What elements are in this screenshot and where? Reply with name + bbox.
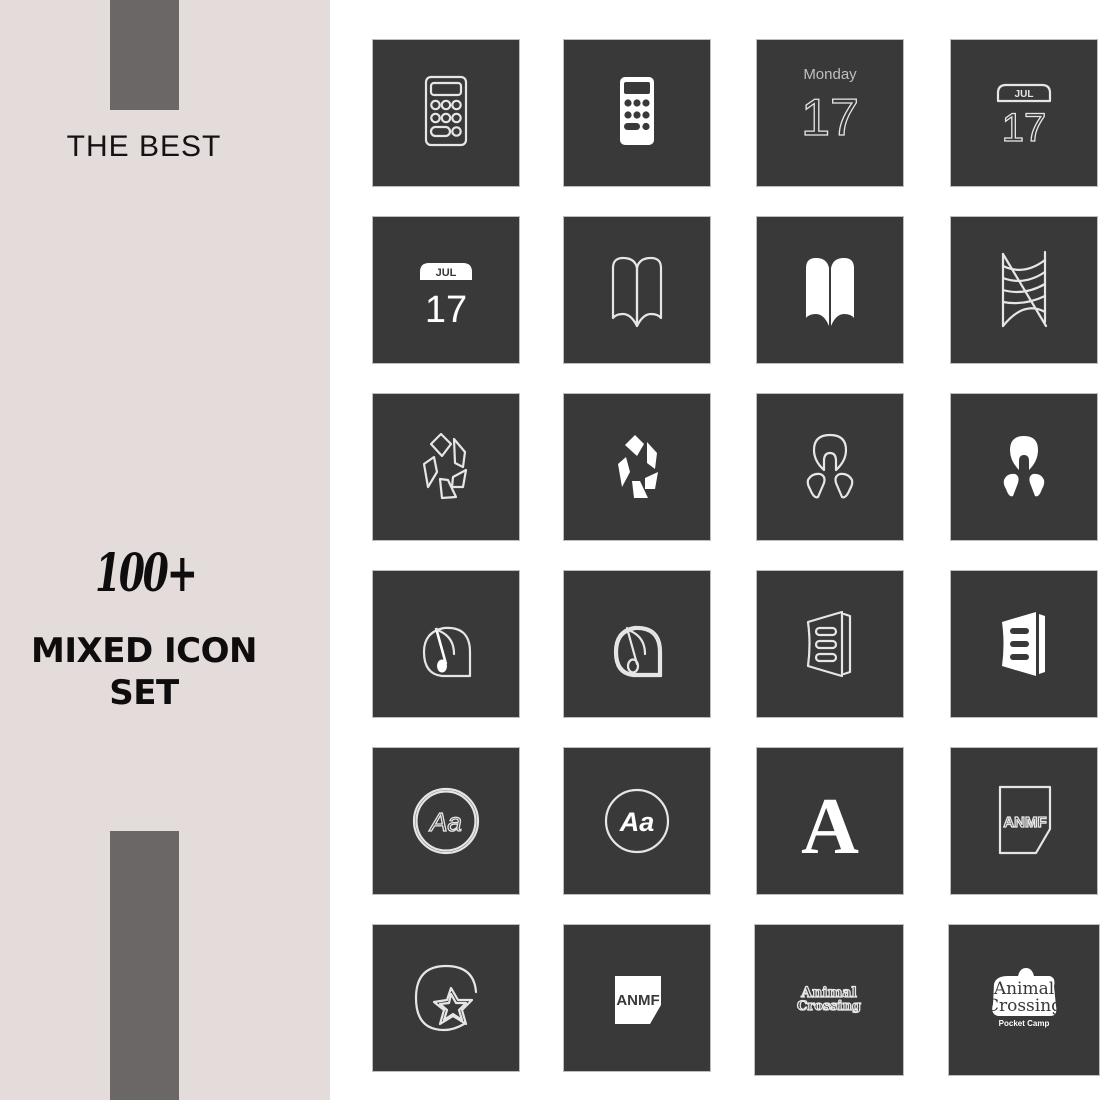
- svg-text:17: 17: [1002, 106, 1047, 150]
- svg-text:Pocket Camp: Pocket Camp: [999, 1019, 1050, 1028]
- tile-anmf-filled[interactable]: ANMF: [564, 925, 710, 1071]
- pentagon-shards-filled-icon: [618, 435, 658, 498]
- calendar-month-outline-icon: JUL 17: [996, 83, 1052, 151]
- calendar-day-icon: Monday 17: [800, 66, 859, 148]
- svg-text:Crossing: Crossing: [986, 996, 1062, 1016]
- tile-animal-crossing-outline[interactable]: Animal Crossing: [755, 925, 903, 1075]
- tile-calendar-month-filled[interactable]: JUL 17: [373, 217, 519, 363]
- animal-crossing-pocket-camp-icon: Animal Crossing Pocket Camp: [986, 968, 1062, 1028]
- tile-menu-card-filled[interactable]: [951, 571, 1097, 717]
- tile-figure-logo-filled[interactable]: [951, 394, 1097, 540]
- headline: MIXED ICON SET: [0, 630, 288, 714]
- icon-count: 100+: [95, 543, 198, 604]
- tile-menu-card-outline[interactable]: [757, 571, 903, 717]
- svg-text:JUL: JUL: [1015, 89, 1034, 100]
- tile-music-note-double-outline[interactable]: [564, 571, 710, 717]
- tile-pentagon-shards-filled[interactable]: [564, 394, 710, 540]
- tile-book-outline[interactable]: [564, 217, 710, 363]
- calculator-outline-icon: [424, 75, 468, 147]
- tile-font-aa-double-outline[interactable]: Aa: [373, 748, 519, 894]
- figure-logo-outline-icon: [806, 433, 854, 499]
- pentagon-shards-outline-icon: [422, 432, 468, 500]
- abstract-wave-icon: [1001, 250, 1048, 328]
- accent-bar-top: [110, 0, 179, 110]
- font-aa-double-outline-icon: Aa: [412, 787, 480, 855]
- tile-calendar-month-outline[interactable]: JUL 17: [951, 40, 1097, 186]
- calculator-filled-icon: [620, 77, 654, 145]
- tile-abstract-wave[interactable]: [951, 217, 1097, 363]
- animal-crossing-outline-icon: Animal Crossing: [796, 984, 861, 1014]
- music-note-double-outline-icon: [613, 625, 663, 678]
- svg-text:Monday: Monday: [803, 66, 857, 83]
- anmf-filled-icon: ANMF: [615, 976, 661, 1024]
- tile-pentagon-shards-outline[interactable]: [373, 394, 519, 540]
- menu-card-filled-icon: [1002, 612, 1045, 676]
- tile-book-filled[interactable]: [757, 217, 903, 363]
- tile-calculator-outline[interactable]: [373, 40, 519, 186]
- headline-line-1: MIXED ICON: [31, 631, 257, 671]
- anmf-outline-icon: ANMF: [998, 785, 1052, 855]
- svg-text:17: 17: [425, 289, 467, 331]
- headline-line-2: SET: [109, 673, 179, 713]
- figure-logo-filled-icon: [1003, 436, 1045, 497]
- tile-calendar-day-outline[interactable]: Monday 17: [757, 40, 903, 186]
- font-aa-outline-icon: Aa: [604, 788, 670, 854]
- svg-text:A: A: [801, 783, 859, 871]
- tile-font-aa-outline[interactable]: Aa: [564, 748, 710, 894]
- star-circle-outline-icon: [414, 964, 478, 1032]
- promo-panel: THE BEST 100+ MIXED ICON SET: [0, 0, 330, 1100]
- tagline: THE BEST: [66, 130, 222, 163]
- menu-card-outline-icon: [806, 610, 852, 678]
- svg-text:ANMF: ANMF: [616, 992, 659, 1009]
- tile-anmf-outline[interactable]: ANMF: [951, 748, 1097, 894]
- svg-text:JUL: JUL: [436, 267, 457, 279]
- tile-music-note-outline[interactable]: [373, 571, 519, 717]
- music-note-outline-icon: [422, 626, 472, 678]
- tile-figure-logo-outline[interactable]: [757, 394, 903, 540]
- font-serif-a-icon: A: [801, 783, 859, 871]
- svg-text:Aa: Aa: [619, 807, 655, 837]
- svg-text:Aa: Aa: [428, 807, 462, 837]
- tile-star-circle-outline[interactable]: [373, 925, 519, 1071]
- accent-bar-bottom: [110, 831, 179, 1100]
- book-filled-icon: [806, 258, 854, 326]
- svg-text:ANMF: ANMF: [1003, 814, 1046, 831]
- book-outline-icon: [611, 256, 663, 328]
- calendar-month-filled-icon: JUL 17: [420, 263, 472, 331]
- tile-font-serif-a[interactable]: A: [757, 748, 903, 894]
- svg-text:17: 17: [801, 89, 859, 147]
- tile-animal-crossing-pocket-camp[interactable]: Animal Crossing Pocket Camp: [949, 925, 1099, 1075]
- svg-text:Crossing: Crossing: [797, 999, 861, 1014]
- tile-calculator-filled[interactable]: [564, 40, 710, 186]
